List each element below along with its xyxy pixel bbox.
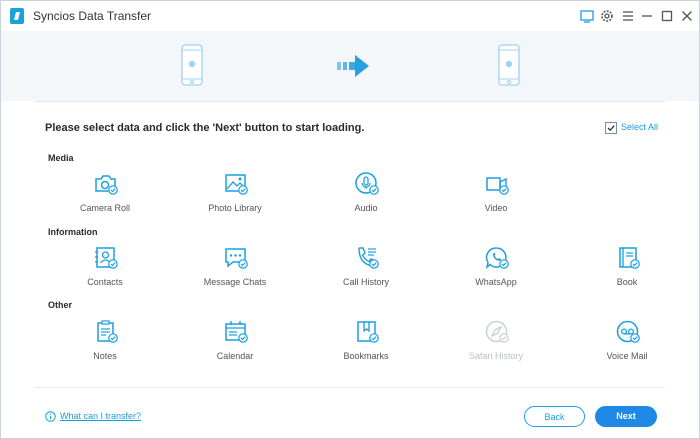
message-icon xyxy=(225,248,248,269)
item-safari-history: Safari History xyxy=(441,319,551,367)
menu-icon[interactable] xyxy=(620,8,636,24)
item-whatsapp[interactable]: WhatsApp xyxy=(441,245,551,293)
section-title-information: Information xyxy=(48,227,98,237)
item-book[interactable]: Book xyxy=(572,245,682,293)
item-label: Voice Mail xyxy=(606,351,648,361)
photo-icon xyxy=(225,174,248,195)
item-label: Safari History xyxy=(468,351,523,361)
camera-icon xyxy=(95,175,118,195)
app-title: Syncios Data Transfer xyxy=(33,9,152,23)
info-icon xyxy=(45,411,56,422)
calendar-icon xyxy=(225,321,248,343)
item-label: Book xyxy=(616,277,638,287)
item-label: Camera Roll xyxy=(79,203,130,213)
item-voice-mail[interactable]: Voice Mail xyxy=(572,319,682,367)
item-audio[interactable]: Audio xyxy=(311,171,421,219)
instruction-text: Please select data and click the 'Next' … xyxy=(45,122,365,134)
phone-icon xyxy=(358,247,379,269)
checkbox-icon[interactable] xyxy=(605,122,617,134)
footer-divider xyxy=(35,387,665,388)
header-divider xyxy=(35,101,665,102)
feedback-icon[interactable] xyxy=(579,8,595,24)
item-label: Audio xyxy=(354,203,378,213)
item-contacts[interactable]: Contacts xyxy=(50,245,160,293)
item-call-history[interactable]: Call History xyxy=(311,245,421,293)
select-all-label[interactable]: Select All xyxy=(621,122,658,132)
maximize-icon[interactable] xyxy=(659,8,675,24)
item-camera-roll[interactable]: Camera Roll xyxy=(50,171,160,219)
item-label: Bookmarks xyxy=(343,351,389,361)
section-title-media: Media xyxy=(48,153,74,163)
section-title-other: Other xyxy=(48,300,73,310)
voicemail-icon xyxy=(616,320,640,343)
item-label: Calendar xyxy=(216,351,254,361)
book-icon xyxy=(619,247,640,269)
item-label: WhatsApp xyxy=(475,277,517,287)
transfer-arrow-icon xyxy=(337,55,369,77)
title-bar: Syncios Data Transfer xyxy=(1,1,699,31)
help-link-label[interactable]: What can I transfer? xyxy=(60,411,141,421)
app-logo-icon xyxy=(10,8,24,24)
item-label: Contacts xyxy=(87,277,123,287)
item-label: Notes xyxy=(93,351,117,361)
item-bookmarks[interactable]: Bookmarks xyxy=(311,319,421,367)
notes-icon xyxy=(97,320,118,343)
bookmark-icon xyxy=(357,321,379,343)
target-phone-icon xyxy=(498,44,520,86)
contacts-icon xyxy=(95,247,118,269)
compass-icon xyxy=(485,320,509,343)
item-label: Call History xyxy=(342,277,389,287)
item-label: Video xyxy=(484,203,508,213)
microphone-icon xyxy=(355,172,379,195)
settings-icon[interactable] xyxy=(599,8,615,24)
item-message-chats[interactable]: Message Chats xyxy=(180,245,290,293)
item-label: Message Chats xyxy=(203,277,267,287)
next-button[interactable]: Next xyxy=(595,406,657,427)
whatsapp-icon xyxy=(485,247,509,269)
item-label: Photo Library xyxy=(208,203,262,213)
app-window: Syncios Data Transfer Please select data… xyxy=(0,0,700,439)
minimize-icon[interactable] xyxy=(639,8,655,24)
item-notes[interactable]: Notes xyxy=(50,319,160,367)
back-button[interactable]: Back xyxy=(524,406,585,427)
item-calendar[interactable]: Calendar xyxy=(180,319,290,367)
video-icon xyxy=(486,177,509,195)
source-phone-icon xyxy=(181,44,203,86)
item-video[interactable]: Video xyxy=(441,171,551,219)
item-photo-library[interactable]: Photo Library xyxy=(180,171,290,219)
close-icon[interactable] xyxy=(679,8,695,24)
